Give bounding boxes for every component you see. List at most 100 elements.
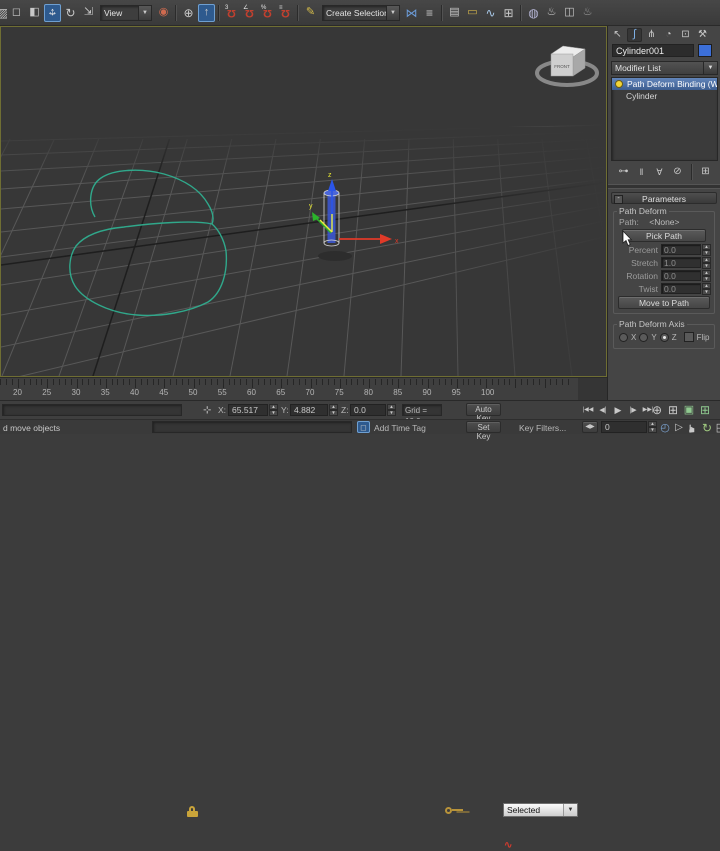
parameters-rollout-header[interactable]: - Parameters	[611, 192, 717, 204]
y-coord-field[interactable]: 4.882	[290, 404, 328, 416]
current-frame-field[interactable]: 0	[601, 421, 647, 433]
mirror-icon[interactable]: ⋈	[403, 4, 420, 22]
pick-path-button[interactable]: Pick Path	[622, 229, 706, 242]
select-and-rotate-icon[interactable]: ↻	[62, 4, 79, 22]
twist-spinner[interactable]: ▲ ▼	[702, 282, 711, 295]
tab-hierarchy-icon[interactable]: ⋔	[644, 28, 659, 42]
flip-checkbox[interactable]	[683, 332, 694, 342]
pin-stack-icon[interactable]: ⊶	[617, 165, 631, 179]
layer-manager-icon[interactable]: ▤	[446, 4, 463, 22]
z-coord-field[interactable]: 0.0	[350, 404, 386, 416]
percent-spinner[interactable]: ▲ ▼	[702, 243, 711, 256]
angle-snap-icon[interactable]: ∠ Ω	[241, 4, 258, 22]
named-selection-sets-dropdown[interactable]: Create Selection Se▼	[322, 4, 400, 21]
twist-field[interactable]: 0.0	[661, 283, 701, 294]
material-editor-icon[interactable]: ◍	[525, 4, 542, 22]
modifier-list-dropdown[interactable]: Modifier List ▼	[611, 61, 718, 75]
axis-radio-x[interactable]	[619, 332, 628, 342]
modifier-stack[interactable]: Path Deform Binding (WS Cylinder	[611, 77, 718, 161]
rotation-field[interactable]: 0.0	[661, 270, 701, 281]
y-spinner[interactable]: ▲ ▼	[329, 404, 338, 416]
rendered-frame-window-icon[interactable]: ◫	[561, 4, 578, 22]
spinner-snap-icon[interactable]: ≡ Ω	[277, 4, 294, 22]
selection-filter-dropdown[interactable]: Selected ▼	[503, 803, 578, 817]
frame-spinner[interactable]: ▲ ▼	[648, 421, 657, 433]
z-spinner[interactable]: ▲ ▼	[387, 404, 396, 416]
play-button[interactable]: ▶	[611, 403, 625, 417]
select-and-manipulate-icon[interactable]: ⊕	[180, 4, 197, 22]
isolate-toggle-icon[interactable]: ◻	[357, 421, 370, 433]
percent-field[interactable]: 0.0	[661, 244, 701, 255]
select-and-scale-icon[interactable]: ⇲	[80, 4, 97, 22]
absolute-mode-icon[interactable]: ⊹	[203, 405, 211, 416]
window-crossing-icon[interactable]: ◧	[26, 4, 43, 22]
stretch-field[interactable]: 1.0	[661, 257, 701, 268]
perspective-viewport[interactable]: z y x FRONT	[0, 26, 607, 377]
add-time-tag[interactable]: Add Time Tag	[374, 423, 426, 433]
stretch-spinner[interactable]: ▲ ▼	[702, 256, 711, 269]
align-icon[interactable]: ≡	[421, 4, 438, 22]
object-color-swatch[interactable]	[698, 44, 712, 57]
schematic-view-icon[interactable]: ⊞	[500, 4, 517, 22]
render-production-icon[interactable]: ♨	[579, 4, 596, 22]
x-coord-field[interactable]: 65.517	[228, 404, 268, 416]
tab-utilities-icon[interactable]: ⚒	[695, 28, 710, 42]
zoom-extents-all-icon[interactable]: ⊞	[698, 403, 712, 417]
selection-lock-icon[interactable]	[187, 806, 199, 817]
edit-named-selection-sets-icon[interactable]: ✎	[302, 4, 319, 22]
x-spinner[interactable]: ▲ ▼	[269, 404, 278, 416]
axis-radio-z[interactable]	[659, 332, 669, 342]
modifier-stack-item[interactable]: Path Deform Binding (WS	[612, 78, 717, 90]
new-key-curve-icon[interactable]: ∿	[504, 840, 512, 851]
zoom-region-icon[interactable]: ▷	[672, 421, 686, 435]
lightbulb-icon[interactable]	[615, 80, 623, 88]
path-spline[interactable]	[69, 169, 228, 317]
chevron-down-icon[interactable]: ▼	[563, 804, 577, 816]
previous-frame-button[interactable]: ◀|	[596, 403, 610, 417]
collapse-icon[interactable]: -	[614, 195, 623, 204]
configure-modifier-sets-icon[interactable]: ⊞	[699, 165, 713, 179]
zoom-extents-icon[interactable]: ▣	[682, 403, 696, 417]
viewcube[interactable]: FRONT	[535, 45, 599, 87]
orbit-icon[interactable]: ↻	[700, 421, 714, 435]
pan-icon[interactable]: ☛	[686, 421, 700, 435]
scene-folder-icon[interactable]: ▭	[464, 4, 481, 22]
select-and-move-icon[interactable]: ↔ ↕	[44, 3, 61, 22]
tab-motion-icon[interactable]: ◔	[661, 28, 676, 42]
remove-modifier-icon[interactable]: ⊘	[671, 165, 685, 179]
move-gizmo[interactable]: z y x	[309, 172, 399, 245]
axis-radio-y[interactable]	[639, 332, 649, 342]
tab-create-icon[interactable]: ↖	[610, 28, 625, 42]
set-key-button[interactable]: Set Key	[466, 421, 501, 441]
tab-display-icon[interactable]: ⊡	[678, 28, 693, 42]
chevron-down-icon[interactable]: ▼	[386, 5, 399, 20]
move-to-path-button[interactable]: Move to Path	[618, 296, 710, 309]
rectangular-selection-region-icon[interactable]: ◻	[8, 4, 25, 22]
percent-snap-icon[interactable]: % Ω	[259, 4, 276, 22]
reference-coordinate-system-dropdown[interactable]: View ▼	[100, 4, 152, 21]
chevron-down-icon[interactable]: ▼	[703, 62, 717, 74]
object-name-field[interactable]: Cylinder001	[612, 44, 694, 57]
use-pivot-point-center-icon[interactable]: ◉	[155, 4, 172, 22]
zoom-all-icon[interactable]: ⊞	[666, 403, 680, 417]
rotation-spinner[interactable]: ▲ ▼	[702, 269, 711, 282]
maximize-viewport-icon[interactable]: ◰	[714, 421, 720, 435]
key-mode-toggle[interactable]: ◀▶	[582, 421, 598, 433]
render-setup-icon[interactable]: ♨	[543, 4, 560, 22]
go-to-start-button[interactable]: |◀◀	[581, 403, 595, 417]
snaps-toggle-icon[interactable]: 3Ω	[223, 4, 240, 22]
show-end-result-icon[interactable]: ‖	[635, 165, 649, 179]
tab-modify-icon[interactable]: ∫	[627, 27, 642, 42]
select-object-icon[interactable]: ▨	[0, 4, 7, 22]
zoom-icon[interactable]: ⊕	[650, 403, 664, 417]
next-frame-button[interactable]: |▶	[626, 403, 640, 417]
chevron-down-icon[interactable]: ▼	[138, 5, 151, 20]
time-configuration-icon[interactable]: ◴	[658, 421, 672, 435]
keyboard-shortcut-override-icon[interactable]: ↑	[198, 3, 215, 22]
key-filters-button[interactable]: Key Filters...	[519, 423, 566, 433]
auto-key-button[interactable]: Auto Key	[466, 403, 501, 423]
modifier-stack-item[interactable]: Cylinder	[612, 90, 717, 102]
curve-editor-icon[interactable]: ∿	[482, 4, 499, 22]
timeline-track-bar[interactable]: 20 25 30 35 40 45 50 55 60 65 70 75 80 85 90 95 100	[0, 377, 578, 401]
make-unique-icon[interactable]: ∀	[653, 165, 667, 179]
